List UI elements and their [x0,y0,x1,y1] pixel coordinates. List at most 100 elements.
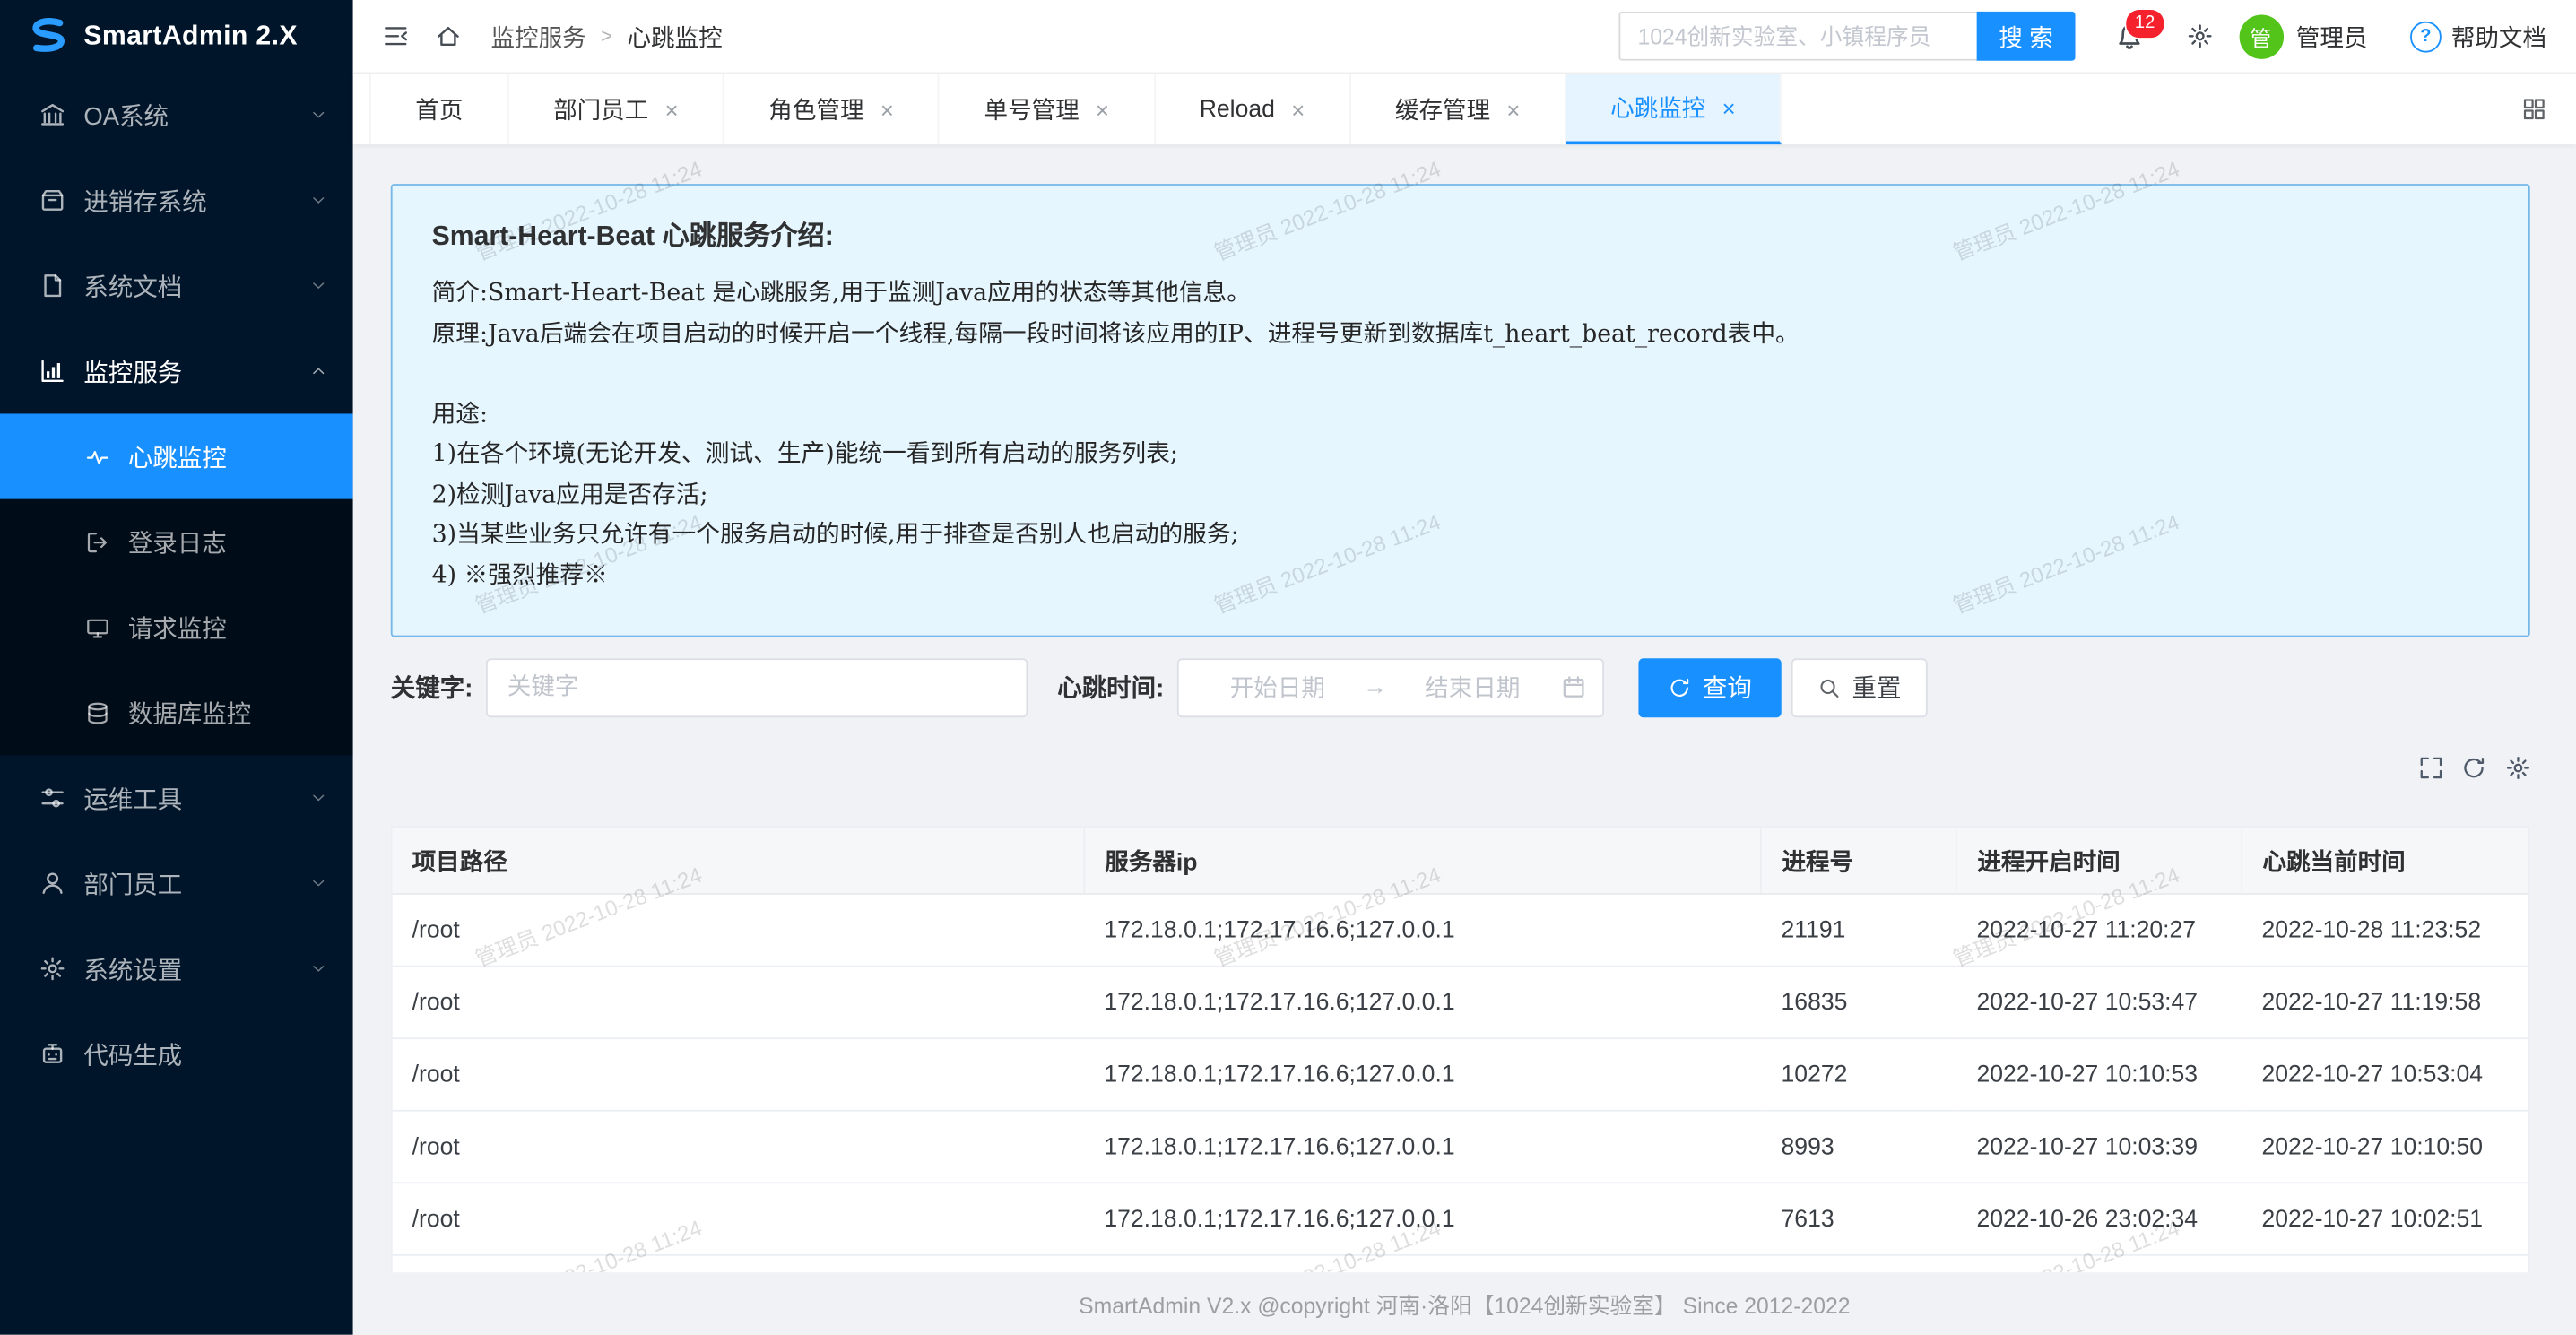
sidebar-item-system-docs[interactable]: 系统文档 [0,243,353,328]
table-cell: 8993 [1762,1111,1957,1183]
column-header: 项目路径 [393,828,1085,894]
column-header: 心跳当前时间 [2242,828,2528,894]
tab-dept-employee[interactable]: 部门员工 × [509,74,724,144]
menu-fold-icon[interactable] [383,23,409,49]
tab-reload[interactable]: Reload× [1155,74,1350,144]
keyword-input[interactable] [486,657,1028,716]
query-button[interactable]: 查询 [1638,657,1781,716]
box-icon [39,187,65,213]
request-monitor-icon [85,615,109,639]
tab-layout-grid-icon[interactable] [2522,97,2546,121]
table-cell: 2022-10-27 10:10:50 [2242,1111,2528,1183]
table-cell: 21191 [1762,894,1957,967]
table-cell: 5995 [1762,1255,1957,1272]
sidebar-item-database-monitor[interactable]: 数据库监控 [0,670,353,755]
table-cell: 172.18.0.1;172.17.16.6;127.0.0.1 [1084,1038,1761,1111]
app-title: SmartAdmin 2.X [83,21,298,52]
column-header: 进程开启时间 [1957,828,2242,894]
table-cell: 2022-10-26 23:01:59 [2242,1255,2528,1272]
avatar[interactable]: 管 [2239,14,2283,58]
chevron-down-icon [310,960,326,976]
username[interactable]: 管理员 [2296,19,2368,53]
sidebar-item-label: 代码生成 [83,1036,182,1071]
table-cell: 10272 [1762,1038,1957,1111]
settings-icon [39,956,65,982]
table-cell: 172.18.0.1;172.17.16.6;127.0.0.1 [1084,1255,1761,1272]
sidebar-item-request-monitor[interactable]: 请求监控 [0,585,353,670]
chevron-down-icon [310,790,326,806]
search-input[interactable] [1619,12,1977,61]
employee-icon [39,870,65,896]
fullscreen-expand-icon[interactable] [2417,756,2442,781]
header-settings-gear-icon[interactable] [2186,23,2212,49]
sidebar-item-heartbeat-monitor[interactable]: 心跳监控 [0,413,353,498]
sidebar-item-label: 请求监控 [128,610,227,644]
chevron-down-icon [310,192,326,208]
tab-heartbeat-monitor[interactable]: 心跳监控 × [1566,74,1782,144]
notifications-button[interactable]: 12 [2114,22,2144,51]
breadcrumb-item[interactable]: 监控服务 [490,19,585,53]
tab-cache-mgmt[interactable]: 缓存管理 × [1350,74,1566,144]
reset-button[interactable]: 重置 [1791,657,1928,716]
building-icon [39,102,65,128]
sidebar-item-label: 运维工具 [83,781,182,815]
database-icon [85,700,109,724]
sidebar-item-label: 心跳监控 [128,439,227,473]
sidebar-item-oa-system[interactable]: OA系统 [0,73,353,158]
help-doc-link[interactable]: 帮助文档 [2451,19,2546,53]
sidebar-item-dept-employee[interactable]: 部门员工 [0,841,353,926]
date-range-picker[interactable]: 开始日期 → 结束日期 [1177,657,1604,716]
tab-close-icon[interactable]: × [1096,98,1109,121]
smartadmin-logo-icon [23,13,69,59]
table-row: /root172.18.0.1;172.17.16.6;127.0.0.1761… [393,1183,2528,1255]
logo[interactable]: SmartAdmin 2.X [0,0,353,73]
sidebar-item-login-log[interactable]: 登录日志 [0,499,353,585]
sidebar-item-ops-tools[interactable]: 运维工具 [0,755,353,840]
table-cell: 172.18.0.1;172.17.16.6;127.0.0.1 [1084,1183,1761,1255]
tab-close-icon[interactable]: × [880,98,894,121]
keyword-label: 关键字: [391,670,473,704]
end-date-placeholder: 结束日期 [1390,670,1555,704]
chevron-up-icon [310,363,326,379]
table-cell: 7613 [1762,1183,1957,1255]
tab-order-mgmt[interactable]: 单号管理× [940,74,1155,144]
column-settings-gear-icon[interactable] [2504,756,2529,781]
sidebar-item-label: 监控服务 [83,354,182,388]
app-window: SmartAdmin 2.X OA系统进销存系统系统文档监控服务心跳监控登录日志… [0,0,2576,1335]
sidebar-item-system-settings[interactable]: 系统设置 [0,926,353,1011]
calendar-icon [1561,675,1585,699]
breadcrumb-separator: > [601,24,612,48]
tab-close-icon[interactable]: × [1291,98,1305,121]
sidebar-item-label: 系统文档 [83,268,182,302]
tab-close-icon[interactable]: × [665,98,679,121]
sidebar-item-monitor-service[interactable]: 监控服务 [0,328,353,413]
header: 监控服务 > 心跳监控 搜 索 12 管 管理员 ? 帮助文档 [353,0,2576,74]
sidebar-item-label: 数据库监控 [128,695,251,729]
tab-role-mgmt[interactable]: 角色管理× [724,74,940,144]
intro-line: 1)在各个环境(无论开发、测试、生产)能统一看到所有启动的服务列表; [432,435,2489,475]
query-button-label: 查询 [1703,670,1752,704]
table-cell: 2022-10-27 10:10:53 [1957,1038,2242,1111]
table-cell: 172.18.0.1;172.17.16.6;127.0.0.1 [1084,967,1761,1039]
main-area: 监控服务 > 心跳监控 搜 索 12 管 管理员 ? 帮助文档 首页部门员工×角… [353,0,2576,1335]
table-cell: 2022-10-27 11:20:27 [1957,894,2242,967]
help-question-icon[interactable]: ? [2410,21,2442,52]
date-range-arrow-icon: → [1360,674,1391,700]
sidebar-item-inventory-system[interactable]: 进销存系统 [0,158,353,243]
table-cell: 2022-10-27 10:03:39 [1957,1111,2242,1183]
search-button[interactable]: 搜 索 [1978,12,2075,61]
sidebar-item-code-gen[interactable]: 代码生成 [0,1011,353,1097]
table-row: /root172.18.0.1;172.17.16.6;127.0.0.1211… [393,894,2528,967]
sidebar: SmartAdmin 2.X OA系统进销存系统系统文档监控服务心跳监控登录日志… [0,0,353,1335]
table-cell: 2022-10-27 10:02:51 [2242,1183,2528,1255]
tab-home[interactable]: 首页 [369,74,509,144]
heartbeat-icon [85,444,109,468]
tab-label: 心跳监控 [1610,91,1705,125]
tab-close-icon[interactable]: × [1722,96,1736,119]
tab-label: 缓存管理 [1395,92,1490,126]
tab-label: 部门员工 [553,92,648,126]
table-refresh-icon[interactable] [2461,756,2486,781]
tab-close-icon[interactable]: × [1506,98,1520,121]
tab-bar: 首页部门员工×角色管理×单号管理×Reload×缓存管理×心跳监控× [353,74,2576,144]
home-icon[interactable] [435,23,461,49]
